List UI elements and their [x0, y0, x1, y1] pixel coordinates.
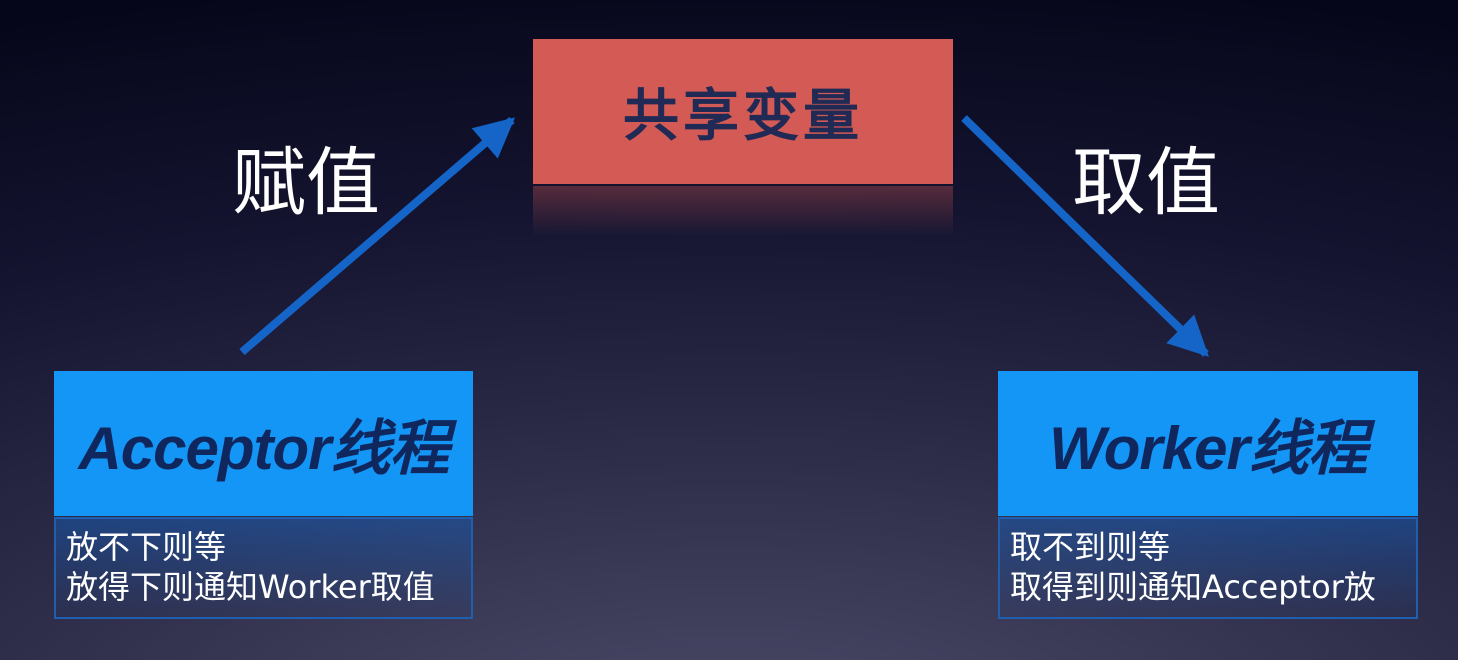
- worker-note: 取不到则等 取得到则通知Acceptor放: [998, 517, 1418, 619]
- worker-thread-box: Worker线程: [998, 371, 1418, 516]
- acceptor-note-line: 放不下则等: [66, 528, 227, 566]
- worker-thread-title: Worker线程: [1049, 415, 1368, 482]
- worker-note-line: 取得到则通知Acceptor放: [1010, 568, 1376, 606]
- acceptor-thread-box: Acceptor线程: [54, 371, 473, 516]
- assign-label: 赋值: [232, 140, 380, 226]
- worker-note-line: 取不到则等: [1010, 528, 1171, 566]
- acceptor-thread-title: Acceptor线程: [78, 415, 449, 482]
- acceptor-note-line: 放得下则通知Worker取值: [66, 568, 435, 606]
- take-label: 取值: [1072, 140, 1220, 226]
- acceptor-note: 放不下则等 放得下则通知Worker取值: [54, 517, 473, 619]
